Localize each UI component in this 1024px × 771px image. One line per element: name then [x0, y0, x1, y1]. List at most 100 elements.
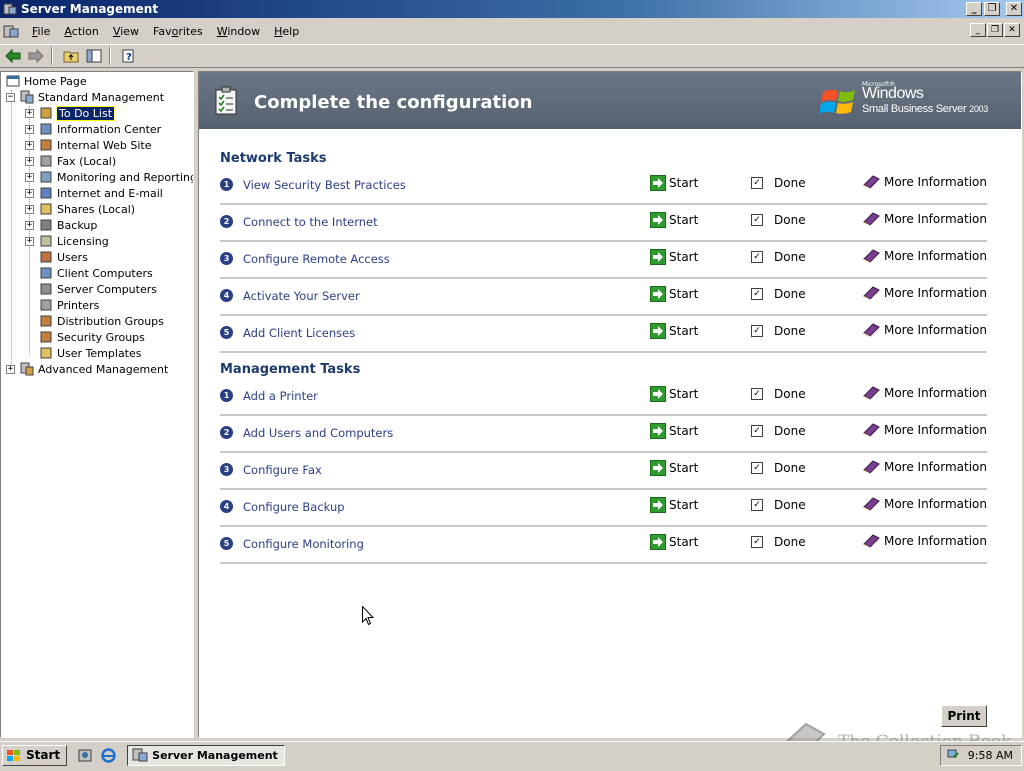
done-checkbox[interactable]: ✓ Done	[751, 535, 806, 549]
start-button[interactable]: Start	[650, 175, 698, 191]
menu-file[interactable]: File	[25, 25, 57, 38]
server-management-quicklaunch-icon[interactable]	[77, 747, 94, 764]
tree-item-advanced-management[interactable]: + Advanced Management	[6, 361, 168, 377]
tree-item-standard-management[interactable]: − Standard Management	[6, 89, 164, 105]
start-button[interactable]: Start	[650, 534, 698, 550]
task-link[interactable]: Add Users and Computers	[243, 426, 393, 440]
start-button[interactable]: Start	[650, 286, 698, 302]
tree-item-fax-local[interactable]: + Fax (Local)	[25, 153, 116, 169]
collapse-toggle[interactable]: −	[6, 92, 15, 102]
done-checkbox[interactable]: ✓ Done	[751, 424, 806, 438]
checkbox[interactable]: ✓	[751, 214, 763, 226]
tree-item-monitoring-and-reporting[interactable]: + Monitoring and Reporting	[25, 169, 193, 185]
start-button[interactable]: Start	[650, 460, 698, 476]
expand-toggle[interactable]: +	[25, 220, 34, 230]
task-link[interactable]: Connect to the Internet	[243, 215, 378, 229]
start-button[interactable]: Start	[650, 386, 698, 402]
expand-toggle[interactable]: +	[25, 124, 34, 134]
child-minimize-button[interactable]: _	[970, 23, 986, 37]
more-information-link[interactable]: More Information	[863, 386, 987, 400]
tree-item-distribution-groups[interactable]: Distribution Groups	[38, 313, 164, 329]
start-button[interactable]: Start	[650, 497, 698, 513]
start-button[interactable]: Start	[650, 249, 698, 265]
checkbox[interactable]: ✓	[751, 425, 763, 437]
task-link[interactable]: Configure Monitoring	[243, 537, 364, 551]
more-information-link[interactable]: More Information	[863, 423, 987, 437]
menu-help[interactable]: Help	[267, 25, 306, 38]
properties-button[interactable]: ?	[119, 46, 139, 66]
checkbox[interactable]: ✓	[751, 536, 763, 548]
expand-toggle[interactable]: +	[6, 364, 15, 374]
menu-action[interactable]: Action	[57, 25, 105, 38]
checkbox[interactable]: ✓	[751, 325, 763, 337]
menu-favorites[interactable]: Favorites	[146, 25, 210, 38]
more-information-link[interactable]: More Information	[863, 497, 987, 511]
done-checkbox[interactable]: ✓ Done	[751, 250, 806, 264]
checkbox[interactable]: ✓	[751, 388, 763, 400]
task-link[interactable]: Add a Printer	[243, 389, 318, 403]
menu-window[interactable]: Window	[210, 25, 267, 38]
more-information-link[interactable]: More Information	[863, 460, 987, 474]
forward-button[interactable]	[26, 46, 46, 66]
menu-view[interactable]: View	[106, 25, 146, 38]
child-close-button[interactable]: ✕	[1004, 23, 1020, 37]
tree-item-internet-and-e-mail[interactable]: + Internet and E-mail	[25, 185, 163, 201]
expand-toggle[interactable]: +	[25, 172, 34, 182]
task-link[interactable]: Activate Your Server	[243, 289, 360, 303]
back-button[interactable]	[3, 46, 23, 66]
tree-item-shares-local[interactable]: + Shares (Local)	[25, 201, 135, 217]
tree-item-licensing[interactable]: + Licensing	[25, 233, 109, 249]
title-bar[interactable]: Server Management _ ❐ ✕	[0, 0, 1024, 18]
done-checkbox[interactable]: ✓ Done	[751, 498, 806, 512]
checkbox[interactable]: ✓	[751, 177, 763, 189]
done-checkbox[interactable]: ✓ Done	[751, 287, 806, 301]
internet-explorer-icon[interactable]	[100, 747, 117, 764]
expand-toggle[interactable]: +	[25, 188, 34, 198]
tree-item-user-templates[interactable]: User Templates	[38, 345, 142, 361]
more-information-link[interactable]: More Information	[863, 534, 987, 548]
tree-item-backup[interactable]: + Backup	[25, 217, 97, 233]
mmc-icon[interactable]	[3, 23, 19, 39]
done-checkbox[interactable]: ✓ Done	[751, 324, 806, 338]
task-link[interactable]: Configure Backup	[243, 500, 345, 514]
minimize-button[interactable]: _	[966, 2, 982, 16]
show-hide-tree-button[interactable]	[84, 46, 104, 66]
done-checkbox[interactable]: ✓ Done	[751, 387, 806, 401]
tree-item-printers[interactable]: Printers	[38, 297, 99, 313]
checkbox[interactable]: ✓	[751, 288, 763, 300]
expand-toggle[interactable]: +	[25, 140, 34, 150]
checkbox[interactable]: ✓	[751, 251, 763, 263]
more-information-link[interactable]: More Information	[863, 249, 987, 263]
more-information-link[interactable]: More Information	[863, 212, 987, 226]
network-status-icon[interactable]	[946, 747, 960, 764]
expand-toggle[interactable]: +	[25, 108, 34, 118]
taskbar-item-server-management[interactable]: Server Management	[127, 744, 286, 766]
task-link[interactable]: Add Client Licenses	[243, 326, 355, 340]
child-restore-button[interactable]: ❐	[987, 23, 1003, 37]
start-button[interactable]: Start	[650, 212, 698, 228]
checkbox[interactable]: ✓	[751, 462, 763, 474]
expand-toggle[interactable]: +	[25, 156, 34, 166]
start-button[interactable]: Start	[2, 744, 68, 766]
start-button[interactable]: Start	[650, 323, 698, 339]
tree-item-to-do-list[interactable]: + To Do List	[25, 105, 116, 121]
task-link[interactable]: Configure Fax	[243, 463, 322, 477]
tree-item-security-groups[interactable]: Security Groups	[38, 329, 145, 345]
print-button[interactable]: Print	[941, 705, 987, 727]
tree-item-server-computers[interactable]: Server Computers	[38, 281, 157, 297]
done-checkbox[interactable]: ✓ Done	[751, 213, 806, 227]
start-button[interactable]: Start	[650, 423, 698, 439]
tree-item-internal-web-site[interactable]: + Internal Web Site	[25, 137, 152, 153]
expand-toggle[interactable]: +	[25, 204, 34, 214]
up-one-level-button[interactable]	[61, 46, 81, 66]
task-link[interactable]: Configure Remote Access	[243, 252, 390, 266]
more-information-link[interactable]: More Information	[863, 175, 987, 189]
close-button[interactable]: ✕	[1006, 2, 1022, 16]
tree-item-information-center[interactable]: + Information Center	[25, 121, 161, 137]
clock[interactable]: 9:58 AM	[968, 749, 1013, 762]
task-link[interactable]: View Security Best Practices	[243, 178, 406, 192]
done-checkbox[interactable]: ✓ Done	[751, 461, 806, 475]
more-information-link[interactable]: More Information	[863, 323, 987, 337]
tree-item-users[interactable]: Users	[38, 249, 88, 265]
expand-toggle[interactable]: +	[25, 236, 34, 246]
